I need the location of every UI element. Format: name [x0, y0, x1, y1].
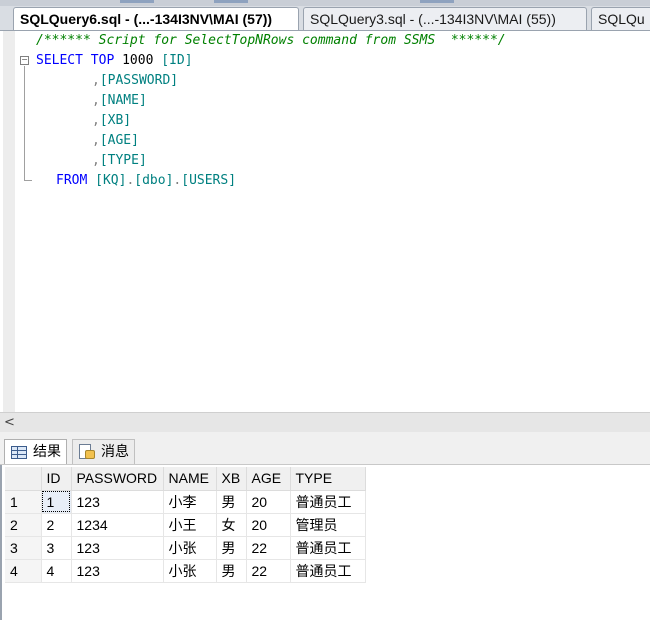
grid-icon — [11, 445, 27, 459]
code-line-column: ,[TYPE] — [92, 153, 147, 168]
keyword-from: FROM — [56, 173, 88, 188]
tab-sqlquery3[interactable]: SQLQuery3.sql - (...-134I3NV\MAI (55)) — [303, 7, 587, 30]
grid-cell-password[interactable]: 123 — [71, 490, 164, 514]
grid-cell-id[interactable]: 2 — [41, 513, 72, 537]
keyword-select: SELECT — [36, 53, 83, 68]
code-line-column: ,[AGE] — [92, 133, 139, 148]
database-identifier: [KQ] — [95, 173, 127, 188]
tab-sqlquery6[interactable]: SQLQuery6.sql - (...-134I3NV\MAI (57)) — [13, 7, 299, 30]
editor-gutter — [3, 31, 15, 413]
keyword-top: TOP — [90, 53, 115, 68]
grid-cell-xb[interactable]: 女 — [216, 513, 247, 537]
column-header-name[interactable]: NAME — [163, 467, 217, 491]
grid-cell-age[interactable]: 20 — [246, 490, 291, 514]
schema-identifier: [dbo] — [134, 173, 174, 188]
message-icon — [79, 444, 95, 460]
grid-cell-password[interactable]: 1234 — [71, 513, 164, 537]
collapse-icon[interactable]: − — [20, 56, 29, 65]
grid-cell-age[interactable]: 22 — [246, 536, 291, 560]
row-number-header[interactable] — [5, 467, 42, 491]
title-band — [0, 0, 650, 6]
tab-messages-label: 消息 — [101, 444, 129, 460]
grid-cell-xb[interactable]: 男 — [216, 490, 247, 514]
grid-cell-id[interactable]: 1 — [41, 490, 72, 514]
tab-label: SQLQuery3.sql - (...-134I3NV\MAI (55)) — [310, 11, 556, 27]
table-identifier: [USERS] — [181, 173, 237, 188]
grid-cell-age[interactable]: 20 — [246, 513, 291, 537]
table-row[interactable]: 3 3 123 小张 男 22 普通员工 — [5, 536, 366, 560]
column-header-password[interactable]: PASSWORD — [71, 467, 164, 491]
table-row[interactable]: 2 2 1234 小王 女 20 管理员 — [5, 513, 366, 537]
row-number[interactable]: 4 — [5, 559, 42, 583]
sql-comment: /****** Script for SelectTopNRows comman… — [36, 33, 506, 48]
grid-cell-xb[interactable]: 男 — [216, 559, 247, 583]
grid-cell-xb[interactable]: 男 — [216, 536, 247, 560]
column-identifier: [XB] — [99, 113, 132, 128]
document-tab-strip: SQLQuery6.sql - (...-134I3NV\MAI (57)) S… — [0, 0, 650, 30]
scroll-left-icon[interactable]: < — [4, 414, 15, 432]
grid-cell-name[interactable]: 小张 — [163, 536, 217, 560]
sql-editor[interactable]: − /****** Script for SelectTopNRows comm… — [0, 30, 650, 413]
table-row[interactable]: 4 4 123 小张 男 22 普通员工 — [5, 559, 366, 583]
grid-cell-password[interactable]: 123 — [71, 559, 164, 583]
table-row[interactable]: 1 1 123 小李 男 20 普通员工 — [5, 490, 366, 514]
title-band-marker — [214, 0, 248, 3]
results-pane: ID PASSWORD NAME XB AGE TYPE 1 1 123 小李 … — [0, 465, 650, 620]
title-band-marker — [120, 0, 154, 3]
column-header-id[interactable]: ID — [41, 467, 72, 491]
column-header-age[interactable]: AGE — [246, 467, 291, 491]
code-line-from: FROM [KQ].[dbo].[USERS] — [56, 173, 237, 188]
column-header-type[interactable]: TYPE — [290, 467, 366, 491]
row-number[interactable]: 3 — [5, 536, 42, 560]
grid-header-row: ID PASSWORD NAME XB AGE TYPE — [5, 467, 366, 491]
grid-cell-name[interactable]: 小王 — [163, 513, 217, 537]
grid-cell-type[interactable]: 普通员工 — [290, 559, 366, 583]
column-identifier: [AGE] — [99, 133, 139, 148]
fold-guide-end — [24, 180, 32, 181]
top-count: 1000 — [122, 53, 154, 68]
grid-cell-id[interactable]: 4 — [41, 559, 72, 583]
editor-horizontal-scrollbar[interactable]: < — [0, 412, 650, 432]
grid-cell-name[interactable]: 小李 — [163, 490, 217, 514]
code-line-column: ,[XB] — [92, 113, 132, 128]
grid-cell-password[interactable]: 123 — [71, 536, 164, 560]
fold-guide — [24, 66, 25, 180]
grid-cell-type[interactable]: 普通员工 — [290, 490, 366, 514]
column-identifier: [NAME] — [99, 93, 147, 108]
grid-cell-type[interactable]: 管理员 — [290, 513, 366, 537]
results-grid: ID PASSWORD NAME XB AGE TYPE 1 1 123 小李 … — [5, 467, 366, 583]
tab-label: SQLQu — [598, 11, 645, 27]
tab-label: SQLQuery6.sql - (...-134I3NV\MAI (57)) — [20, 11, 273, 27]
row-number[interactable]: 2 — [5, 513, 42, 537]
grid-cell-name[interactable]: 小张 — [163, 559, 217, 583]
tab-results-label: 结果 — [33, 444, 61, 460]
results-tab-strip: 结果 消息 — [0, 432, 650, 465]
column-identifier: [ID] — [161, 53, 193, 68]
grid-cell-type[interactable]: 普通员工 — [290, 536, 366, 560]
column-header-xb[interactable]: XB — [216, 467, 247, 491]
code-line-comment: /****** Script for SelectTopNRows comman… — [36, 31, 506, 51]
code-line-select: SELECT TOP 1000 [ID] — [36, 51, 193, 71]
title-band-marker — [420, 0, 454, 3]
column-identifier: [PASSWORD] — [99, 73, 179, 88]
grid-cell-age[interactable]: 22 — [246, 559, 291, 583]
tab-results[interactable]: 结果 — [4, 439, 67, 464]
code-line-column: ,[NAME] — [92, 93, 147, 108]
tab-sqlquery-overflow[interactable]: SQLQu — [591, 7, 650, 30]
row-number[interactable]: 1 — [5, 490, 42, 514]
grid-cell-id[interactable]: 3 — [41, 536, 72, 560]
tab-messages[interactable]: 消息 — [72, 439, 135, 464]
column-identifier: [TYPE] — [99, 153, 147, 168]
code-line-column: ,[PASSWORD] — [92, 73, 179, 88]
